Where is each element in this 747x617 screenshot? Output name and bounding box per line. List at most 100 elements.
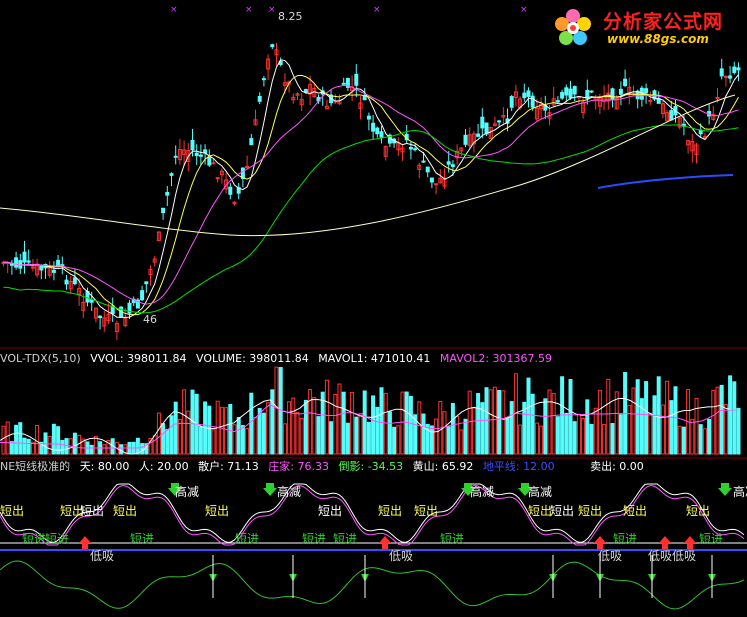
volume-bar bbox=[677, 425, 682, 455]
volume-bar bbox=[736, 407, 741, 455]
volume-bar bbox=[253, 416, 258, 455]
signal-label-duanchu: 短出 bbox=[550, 504, 575, 518]
daoying-value: 倒影: -34.53 bbox=[338, 460, 404, 473]
candle-body bbox=[450, 164, 455, 168]
ma20-line bbox=[3, 84, 739, 305]
volume-bar bbox=[173, 401, 178, 455]
volume-bar bbox=[631, 387, 636, 455]
buy-arrow-icon bbox=[684, 536, 696, 549]
candle-body bbox=[476, 133, 481, 137]
signal-label-dixi: 低吸 bbox=[90, 549, 115, 563]
volume-bar bbox=[287, 401, 292, 455]
candle-body bbox=[715, 96, 720, 99]
candle-body bbox=[140, 290, 145, 301]
tian-value: 天: 80.00 bbox=[79, 460, 130, 473]
volume-bar bbox=[530, 393, 535, 455]
volume-bar bbox=[421, 413, 426, 455]
huangshan-value: 黄山: 65.92 bbox=[412, 460, 474, 473]
volume-bar bbox=[354, 416, 359, 455]
volume-bar bbox=[350, 391, 355, 455]
volume-bar bbox=[476, 392, 481, 455]
signal-label-duanjin: 短进 bbox=[440, 532, 465, 546]
top-marker: × bbox=[268, 5, 276, 15]
signal-label-dibudixi: 低吸低吸 bbox=[648, 549, 697, 563]
volume-bar bbox=[534, 422, 539, 455]
candle-body bbox=[564, 87, 569, 96]
top-marker: × bbox=[373, 5, 381, 15]
candle-body bbox=[379, 131, 384, 138]
buy-arrow-icon bbox=[594, 536, 606, 549]
volume-bar bbox=[564, 412, 569, 455]
signal-label-duanjin: 短进 bbox=[333, 532, 358, 546]
candle-body bbox=[618, 88, 623, 95]
volume-bar bbox=[337, 383, 342, 455]
candle-body bbox=[207, 156, 212, 166]
candle-body bbox=[270, 44, 275, 48]
volume-bar bbox=[102, 444, 107, 455]
candle-body bbox=[610, 88, 615, 101]
volume-bar bbox=[723, 403, 728, 455]
volume-bar bbox=[442, 411, 447, 455]
ren-value: 人: 20.00 bbox=[138, 460, 189, 473]
volume-bar bbox=[379, 387, 384, 455]
volume-bar bbox=[362, 390, 367, 455]
volume-bar bbox=[648, 412, 653, 455]
volume-bar bbox=[417, 401, 422, 455]
signal-label-duanchu: 短出 bbox=[0, 504, 25, 518]
volume-bar bbox=[585, 399, 590, 455]
volume-bar bbox=[282, 423, 287, 455]
volume-bar bbox=[400, 391, 405, 455]
candle-body bbox=[371, 122, 376, 132]
volume-bar bbox=[14, 424, 19, 455]
volume-bar bbox=[320, 391, 325, 455]
volume-bar bbox=[602, 423, 607, 455]
candle-body bbox=[341, 82, 346, 85]
signal-label-gaojian: 高减 bbox=[175, 485, 200, 499]
volume-bar bbox=[236, 417, 241, 455]
candle-body bbox=[555, 100, 560, 103]
volume-bar bbox=[396, 425, 401, 455]
candle-body bbox=[572, 86, 577, 95]
volume-bar bbox=[211, 429, 216, 455]
candle-body bbox=[98, 315, 103, 319]
mavol2-value: MAVOL2: 301367.59 bbox=[439, 352, 553, 365]
volume-bar bbox=[467, 390, 472, 455]
candle-body bbox=[165, 191, 170, 196]
volume-bar bbox=[26, 438, 31, 455]
volume-bar bbox=[614, 391, 619, 455]
candle-body bbox=[644, 88, 649, 94]
volume-bar bbox=[308, 388, 313, 455]
volume-bar bbox=[207, 405, 212, 455]
logo-title: 分析家公式网 bbox=[603, 11, 724, 33]
volume-bar bbox=[610, 423, 615, 455]
buy-arrow-icon bbox=[659, 536, 671, 549]
sell-arrow-icon bbox=[263, 483, 277, 496]
volume-bar bbox=[152, 435, 157, 455]
vvol-value: VVOL: 398011.84 bbox=[90, 352, 187, 365]
volume-bar bbox=[345, 422, 350, 455]
stock-chart-canvas: × × × × × bbox=[0, 5, 747, 610]
signal-label-gaojian: 高减 bbox=[470, 485, 495, 499]
volume-bar bbox=[291, 397, 296, 455]
volume-bar bbox=[450, 403, 455, 455]
volume-indicator-name: VOL-TDX(5,10) bbox=[0, 352, 81, 365]
volume-bar bbox=[5, 421, 10, 455]
candle-body bbox=[560, 92, 565, 99]
volume-bar bbox=[165, 428, 170, 455]
volume-bar bbox=[446, 426, 451, 455]
signal-label-dixi: 低吸 bbox=[389, 549, 414, 563]
signal-label-duanchu: 短出 bbox=[578, 504, 603, 518]
signal-label-duanjin: 短进 bbox=[45, 532, 70, 546]
volume-bar bbox=[375, 406, 380, 455]
candle-body bbox=[198, 154, 203, 157]
signal-label-duanjin: 短进 bbox=[302, 532, 327, 546]
candle-body bbox=[463, 134, 468, 145]
volume-bar bbox=[333, 393, 338, 455]
candle-body bbox=[354, 73, 359, 86]
candle-body bbox=[51, 269, 56, 273]
volume-bar bbox=[665, 380, 670, 455]
volume-bar bbox=[732, 381, 737, 455]
volume-bar bbox=[224, 407, 229, 455]
volume-bar bbox=[219, 406, 224, 455]
maichu-value: 卖出: 0.00 bbox=[590, 460, 644, 473]
